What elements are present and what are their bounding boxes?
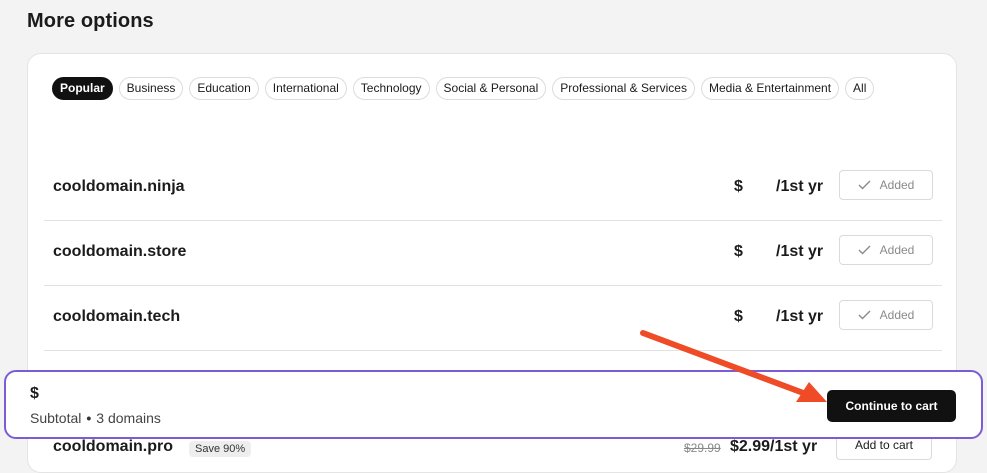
added-button[interactable]: Added <box>839 300 933 330</box>
original-price: $29.99 <box>684 441 721 455</box>
domain-price: $2.99/1st yr <box>730 438 818 455</box>
added-button[interactable]: Added <box>839 170 933 200</box>
added-button[interactable]: Added <box>839 235 933 265</box>
added-button-label: Added <box>879 243 915 257</box>
continue-to-cart-button[interactable]: Continue to cart <box>827 390 956 422</box>
discount-badge: Save 90% <box>189 441 252 457</box>
domain-row: cooldomain.ninja $ /1st yr Added <box>44 156 942 221</box>
filter-chip-technology[interactable]: Technology <box>352 77 430 100</box>
domain-name: cooldomain.tech <box>53 308 181 325</box>
domain-price-currency: $ <box>734 308 743 325</box>
filter-chip-media-entertainment[interactable]: Media & Entertainment <box>700 77 840 100</box>
checkmark-icon <box>858 310 871 320</box>
filter-chip-business[interactable]: Business <box>118 77 184 100</box>
domain-row: cooldomain.tech $ /1st yr Added <box>44 286 942 351</box>
section-title: More options <box>27 10 154 32</box>
domain-name: cooldomain.ninja <box>53 178 185 195</box>
domain-name: cooldomain.store <box>53 243 187 260</box>
added-button-label: Added <box>879 308 915 322</box>
filter-chip-popular[interactable]: Popular <box>52 77 113 100</box>
filter-chip-professional-services[interactable]: Professional & Services <box>552 77 695 100</box>
cart-subtotal: Subtotal • 3 domains <box>30 410 161 426</box>
cart-summary-bar: $ Subtotal • 3 domains Continue to cart <box>4 370 983 439</box>
domain-price-period: /1st yr <box>776 243 824 260</box>
filter-chip-education[interactable]: Education <box>189 77 259 100</box>
domain-price-period: /1st yr <box>776 308 824 325</box>
filter-chip-social-personal[interactable]: Social & Personal <box>435 77 547 100</box>
cart-total: $ <box>30 385 39 402</box>
filter-chip-international[interactable]: International <box>264 77 347 100</box>
category-filters: Popular Business Education International… <box>52 77 922 100</box>
domain-price-currency: $ <box>734 243 743 260</box>
domain-price-currency: $ <box>734 178 743 195</box>
domain-count: 3 domains <box>96 410 161 426</box>
domain-row: cooldomain.store $ /1st yr Added <box>44 221 942 286</box>
filter-chip-all[interactable]: All <box>845 77 875 100</box>
separator-dot: • <box>86 410 92 426</box>
subtotal-label: Subtotal <box>30 410 82 426</box>
added-button-label: Added <box>879 178 915 192</box>
checkmark-icon <box>858 245 871 255</box>
domain-price-period: /1st yr <box>776 178 824 195</box>
checkmark-icon <box>858 180 871 190</box>
domain-name: cooldomain.pro <box>53 438 173 455</box>
